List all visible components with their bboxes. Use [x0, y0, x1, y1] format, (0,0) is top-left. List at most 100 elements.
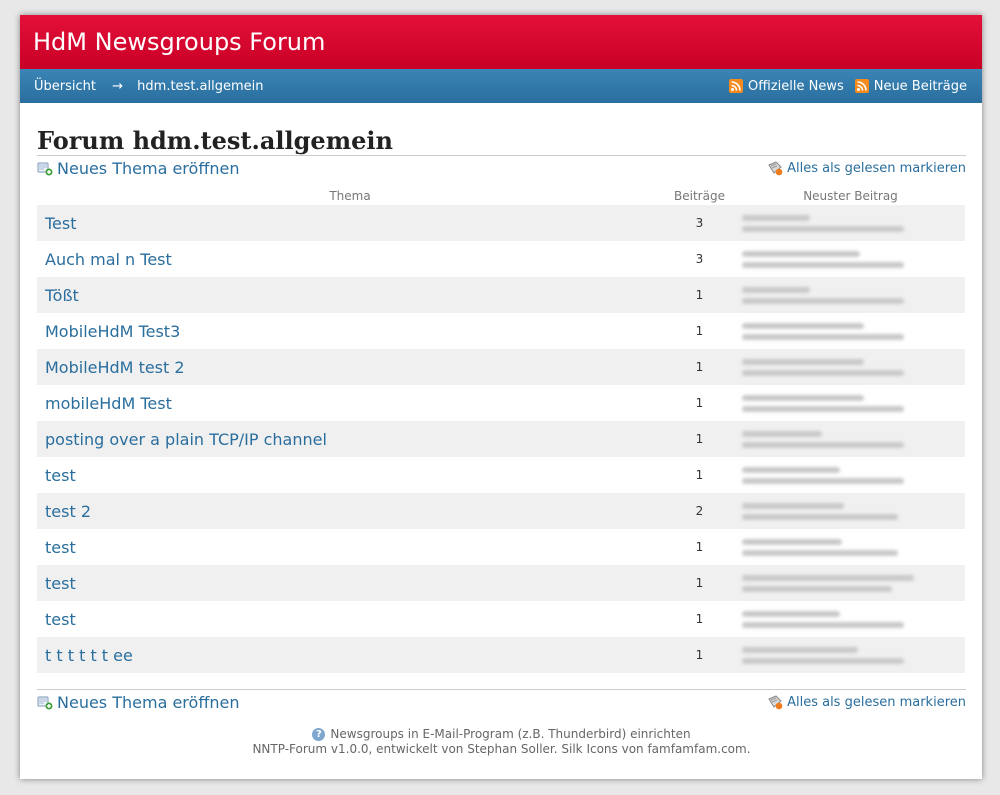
table-row[interactable]: Auch mal n Test 3 — [37, 241, 965, 277]
latest-post-redacted — [736, 277, 965, 313]
thread-link[interactable]: posting over a plain TCP/IP channel — [45, 430, 327, 449]
table-row[interactable]: test 1 — [37, 601, 965, 637]
feed-links: Offizielle News Neue Beiträge — [718, 79, 967, 94]
thread-topic: Test — [37, 205, 663, 241]
table-row[interactable]: test 1 — [37, 457, 965, 493]
thread-link[interactable]: test — [45, 610, 76, 629]
table-row[interactable]: t t t t t t ee 1 — [37, 637, 965, 673]
thread-topic: Auch mal n Test — [37, 241, 663, 277]
mark-read-label: Alles als gelesen markieren — [787, 694, 966, 710]
mark-all-read-button[interactable]: Alles als gelesen markieren — [767, 694, 966, 710]
thread-topic: test 2 — [37, 493, 663, 529]
latest-post-redacted — [736, 457, 965, 493]
thread-post-count: 1 — [663, 565, 736, 601]
new-thread-icon — [37, 694, 53, 710]
thread-topic: t t t t t t ee — [37, 637, 663, 673]
thread-link[interactable]: MobileHdM test 2 — [45, 358, 185, 377]
credits-text: NNTP-Forum v1.0.0, entwickelt von Stepha… — [252, 742, 751, 756]
latest-post-redacted — [736, 529, 965, 565]
site-title[interactable]: HdM Newsgroups Forum — [33, 28, 325, 56]
thread-topic: test — [37, 601, 663, 637]
thread-post-count: 1 — [663, 313, 736, 349]
latest-post-redacted — [736, 205, 965, 241]
new-posts-link[interactable]: Neue Beiträge — [854, 78, 967, 94]
bottom-actions: Neues Thema eröffnen Alles als gelesen m… — [37, 690, 966, 714]
latest-post-redacted — [736, 493, 965, 529]
thread-topic: test — [37, 565, 663, 601]
thread-post-count: 1 — [663, 637, 736, 673]
thread-post-count: 1 — [663, 601, 736, 637]
official-news-link[interactable]: Offizielle News — [729, 79, 844, 94]
thread-post-count: 1 — [663, 529, 736, 565]
table-row[interactable]: MobileHdM test 2 1 — [37, 349, 965, 385]
new-thread-icon — [37, 160, 53, 176]
thread-topic: mobileHdM Test — [37, 385, 663, 421]
thread-link[interactable]: Test — [45, 214, 77, 233]
thread-link[interactable]: t t t t t t ee — [45, 646, 133, 665]
thread-topic: MobileHdM test 2 — [37, 349, 663, 385]
thread-post-count: 3 — [663, 205, 736, 241]
new-thread-label: Neues Thema eröffnen — [57, 158, 240, 178]
thread-topic: test — [37, 529, 663, 565]
table-row[interactable]: test 1 — [37, 529, 965, 565]
navigation-bar: Übersicht → hdm.test.allgemein Offiziell… — [20, 69, 982, 103]
mark-read-icon — [767, 160, 783, 176]
breadcrumb-home-link[interactable]: Übersicht — [34, 79, 96, 94]
latest-post-redacted — [736, 241, 965, 277]
page: HdM Newsgroups Forum Übersicht → hdm.tes… — [20, 15, 982, 779]
official-news-label: Offizielle News — [748, 78, 844, 94]
mark-all-read-button[interactable]: Alles als gelesen markieren — [767, 160, 966, 176]
rss-feed-icon — [854, 79, 869, 93]
table-row[interactable]: Test 3 — [37, 205, 965, 241]
thread-topic: posting over a plain TCP/IP channel — [37, 421, 663, 457]
threads-table: Thema Beiträge Neuster Beitrag Test 3 Au… — [37, 187, 965, 673]
thread-post-count: 1 — [663, 421, 736, 457]
main-content: Forum hdm.test.allgemein Neues Thema erö… — [20, 103, 982, 757]
latest-post-redacted — [736, 385, 965, 421]
page-title: Forum hdm.test.allgemein — [37, 103, 966, 156]
thread-post-count: 1 — [663, 349, 736, 385]
newsgroup-setup-link[interactable]: ? Newsgroups in E-Mail-Program (z.B. Thu… — [312, 727, 691, 742]
thread-link[interactable]: Auch mal n Test — [45, 250, 172, 269]
thread-topic: MobileHdM Test3 — [37, 313, 663, 349]
table-row[interactable]: test 1 — [37, 565, 965, 601]
breadcrumb-current[interactable]: hdm.test.allgemein — [137, 79, 263, 94]
column-header-count: Beiträge — [674, 189, 725, 203]
latest-post-redacted — [736, 421, 965, 457]
thread-post-count: 3 — [663, 241, 736, 277]
site-header: HdM Newsgroups Forum — [20, 15, 982, 69]
new-thread-button[interactable]: Neues Thema eröffnen — [37, 159, 239, 178]
mark-read-icon — [767, 694, 783, 710]
thread-link[interactable]: test — [45, 538, 76, 557]
table-row[interactable]: Tößt 1 — [37, 277, 965, 313]
new-thread-button[interactable]: Neues Thema eröffnen — [37, 693, 239, 712]
table-row[interactable]: MobileHdM Test3 1 — [37, 313, 965, 349]
table-row[interactable]: posting over a plain TCP/IP channel 1 — [37, 421, 965, 457]
thread-link[interactable]: test — [45, 574, 76, 593]
help-icon: ? — [312, 728, 326, 741]
thread-post-count: 1 — [663, 277, 736, 313]
thread-topic: Tößt — [37, 277, 663, 313]
latest-post-redacted — [736, 313, 965, 349]
thread-link[interactable]: test 2 — [45, 502, 91, 521]
thread-post-count: 1 — [663, 457, 736, 493]
thread-link[interactable]: mobileHdM Test — [45, 394, 172, 413]
table-row[interactable]: test 2 2 — [37, 493, 965, 529]
latest-post-redacted — [736, 637, 965, 673]
mark-read-label: Alles als gelesen markieren — [787, 160, 966, 176]
column-header-latest: Neuster Beitrag — [803, 189, 898, 203]
new-posts-label: Neue Beiträge — [873, 78, 967, 94]
top-actions: Neues Thema eröffnen Alles als gelesen m… — [37, 156, 966, 180]
latest-post-redacted — [736, 565, 965, 601]
rss-feed-icon — [729, 79, 743, 93]
latest-post-redacted — [736, 601, 965, 637]
latest-post-redacted — [736, 349, 965, 385]
thread-link[interactable]: MobileHdM Test3 — [45, 322, 180, 341]
thread-link[interactable]: Tößt — [45, 286, 79, 305]
page-footer: ? Newsgroups in E-Mail-Program (z.B. Thu… — [37, 726, 966, 757]
table-row[interactable]: mobileHdM Test 1 — [37, 385, 965, 421]
thread-link[interactable]: test — [45, 466, 76, 485]
thread-post-count: 2 — [663, 493, 736, 529]
newsgroup-setup-label: Newsgroups in E-Mail-Program (z.B. Thund… — [330, 727, 691, 741]
breadcrumb: Übersicht → hdm.test.allgemein — [34, 79, 264, 94]
